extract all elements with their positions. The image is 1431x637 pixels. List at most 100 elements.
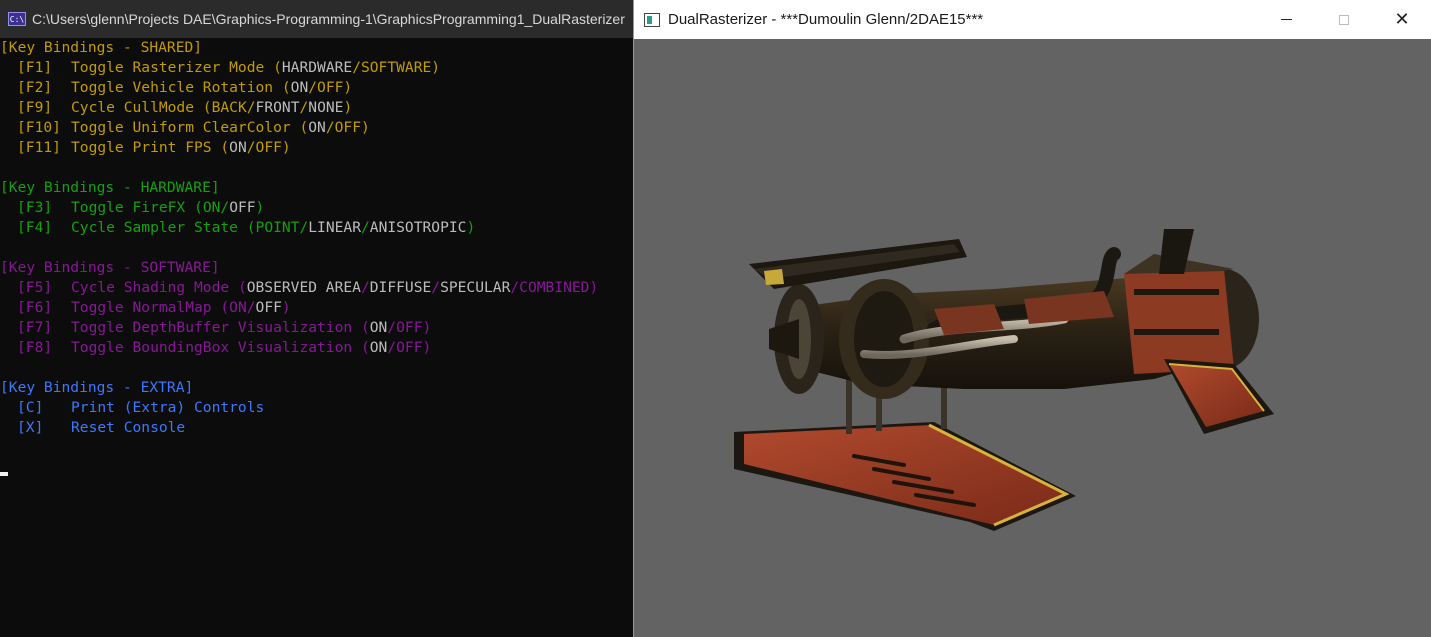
keybinding-paren: ) xyxy=(255,199,265,216)
keybinding-paren: ( xyxy=(299,119,309,136)
console-section-header: [Key Bindings - SOFTWARE] xyxy=(0,259,220,276)
keybinding-option: OBSERVED AREA xyxy=(246,279,361,296)
keybinding-paren: ( xyxy=(237,279,247,296)
keybinding-option: ON xyxy=(290,79,309,96)
console-section-header: [Key Bindings - SHARED] xyxy=(0,39,203,56)
keybinding-option: LINEAR xyxy=(308,219,361,236)
keybinding-paren: ) xyxy=(360,119,370,136)
keybinding-separator: / xyxy=(308,79,318,96)
vehicle-top-fin xyxy=(749,239,967,289)
keybinding-separator: / xyxy=(510,279,520,296)
console-keybinding-line: [F7] Toggle DepthBuffer Visualization (ON… xyxy=(0,318,633,338)
keybinding-separator: / xyxy=(387,319,397,336)
console-section-header: [Key Bindings - HARDWARE] xyxy=(0,179,220,196)
minimize-icon xyxy=(1280,19,1292,20)
keybinding-option: ANISOTROPIC xyxy=(369,219,467,236)
keybinding-option: ON xyxy=(369,319,388,336)
minimize-button[interactable] xyxy=(1257,0,1315,39)
keybinding-paren: ( xyxy=(281,79,291,96)
console-section-header: [Key Bindings - EXTRA] xyxy=(0,379,194,396)
keybinding-separator: / xyxy=(360,279,370,296)
keybinding-separator: / xyxy=(299,219,309,236)
keybinding-paren: ( xyxy=(220,299,230,316)
keybinding-option: COMBINED xyxy=(519,279,590,296)
console-window[interactable]: C:\ C:\Users\glenn\Projects DAE\Graphics… xyxy=(0,0,633,637)
console-keybinding-line: [F1] Toggle Rasterizer Mode (HARDWARE/SOF… xyxy=(0,58,633,78)
keybinding-option: DIFFUSE xyxy=(369,279,432,296)
console-keybinding-line: [F11] Toggle Print FPS (ON/OFF) xyxy=(0,138,633,158)
keybinding-paren: ( xyxy=(202,99,212,116)
keybinding-action: Toggle NormalMap xyxy=(71,299,221,316)
console-keybinding-line: [F6] Toggle NormalMap (ON/OFF) xyxy=(0,298,633,318)
keybinding-option: POINT xyxy=(255,219,300,236)
keybinding-option: OFF xyxy=(396,339,423,356)
console-keybinding-line: [F5] Cycle Shading Mode (OBSERVED AREA/DI… xyxy=(0,278,633,298)
close-icon: ✕ xyxy=(1394,8,1410,30)
keybinding-paren: ( xyxy=(220,139,230,156)
keybinding-option: OFF xyxy=(255,299,282,316)
console-cursor xyxy=(0,472,8,476)
keybinding-action: Reset Console xyxy=(71,419,186,436)
keybinding-paren: ) xyxy=(343,79,353,96)
keybinding-key: [X] xyxy=(17,419,44,436)
console-keybinding-line: [F8] Toggle BoundingBox Visualization (ON… xyxy=(0,338,633,358)
keybinding-paren: ( xyxy=(360,319,370,336)
keybinding-key: [F2] xyxy=(17,79,53,96)
keybinding-action: Toggle BoundingBox Visualization xyxy=(71,339,361,356)
keybinding-separator: / xyxy=(246,299,256,316)
console-title: C:\Users\glenn\Projects DAE\Graphics-Pro… xyxy=(32,11,625,27)
console-output: [Key Bindings - SHARED] [F1] Toggle Raster… xyxy=(0,38,633,438)
keybinding-separator: / xyxy=(325,119,335,136)
keybinding-action: Cycle CullMode xyxy=(71,99,203,116)
console-keybinding-line: [F2] Toggle Vehicle Rotation (ON/OFF) xyxy=(0,78,633,98)
keybinding-option: OFF xyxy=(255,139,282,156)
vehicle-engine xyxy=(1124,229,1259,374)
keybinding-paren: ( xyxy=(360,339,370,356)
keybinding-action: Toggle DepthBuffer Visualization xyxy=(71,319,361,336)
console-titlebar[interactable]: C:\ C:\Users\glenn\Projects DAE\Graphics… xyxy=(0,0,633,38)
keybinding-separator: / xyxy=(360,219,370,236)
renderer-titlebar[interactable]: DualRasterizer - ***Dumoulin Glenn/2DAE1… xyxy=(634,0,1431,39)
keybinding-paren: ) xyxy=(281,299,291,316)
keybinding-paren: ) xyxy=(422,319,432,336)
keybinding-option: OFF xyxy=(229,199,256,216)
keybinding-key: [F5] xyxy=(17,279,53,296)
keybinding-separator: / xyxy=(246,139,256,156)
keybinding-option: HARDWARE xyxy=(281,59,353,76)
keybinding-option: ON xyxy=(229,299,247,316)
maximize-button[interactable] xyxy=(1315,0,1373,39)
keybinding-separator: / xyxy=(431,279,441,296)
keybinding-option: ON xyxy=(308,119,326,136)
keybinding-paren: ) xyxy=(466,219,476,236)
keybinding-key: [C] xyxy=(17,399,44,416)
vehicle-render xyxy=(734,229,1274,531)
keybinding-action: Toggle Uniform ClearColor xyxy=(71,119,300,136)
close-button[interactable]: ✕ xyxy=(1373,0,1431,39)
keybinding-key: [F4] xyxy=(17,219,53,236)
keybinding-separator: / xyxy=(387,339,397,356)
keybinding-option: ON xyxy=(202,199,221,216)
keybinding-option: OFF xyxy=(334,119,361,136)
keybinding-action: Print (Extra) Controls xyxy=(71,399,265,416)
keybinding-key: [F11] xyxy=(17,139,61,156)
console-keybinding-line: [F3] Toggle FireFX (ON/OFF) xyxy=(0,198,633,218)
render-viewport[interactable] xyxy=(634,39,1431,637)
vehicle-front-wing xyxy=(734,422,1076,531)
keybinding-option: OFF xyxy=(317,79,344,96)
keybinding-option: OFF xyxy=(396,319,423,336)
keybinding-action: Toggle Print FPS xyxy=(71,139,221,156)
renderer-window[interactable]: DualRasterizer - ***Dumoulin Glenn/2DAE1… xyxy=(633,0,1431,637)
keybinding-key: [F8] xyxy=(17,339,53,356)
console-keybinding-line: [C] Print (Extra) Controls xyxy=(0,398,633,418)
keybinding-action: Cycle Shading Mode xyxy=(71,279,238,296)
renderer-app-icon xyxy=(644,12,660,27)
keybinding-paren: ) xyxy=(422,339,432,356)
keybinding-option: FRONT xyxy=(255,99,300,116)
keybinding-paren: ( xyxy=(194,199,203,216)
keybinding-paren: ) xyxy=(281,139,291,156)
keybinding-option: SPECULAR xyxy=(440,279,511,296)
keybinding-paren: ) xyxy=(589,279,599,296)
console-keybinding-line: [F10] Toggle Uniform ClearColor (ON/OFF) xyxy=(0,118,633,138)
